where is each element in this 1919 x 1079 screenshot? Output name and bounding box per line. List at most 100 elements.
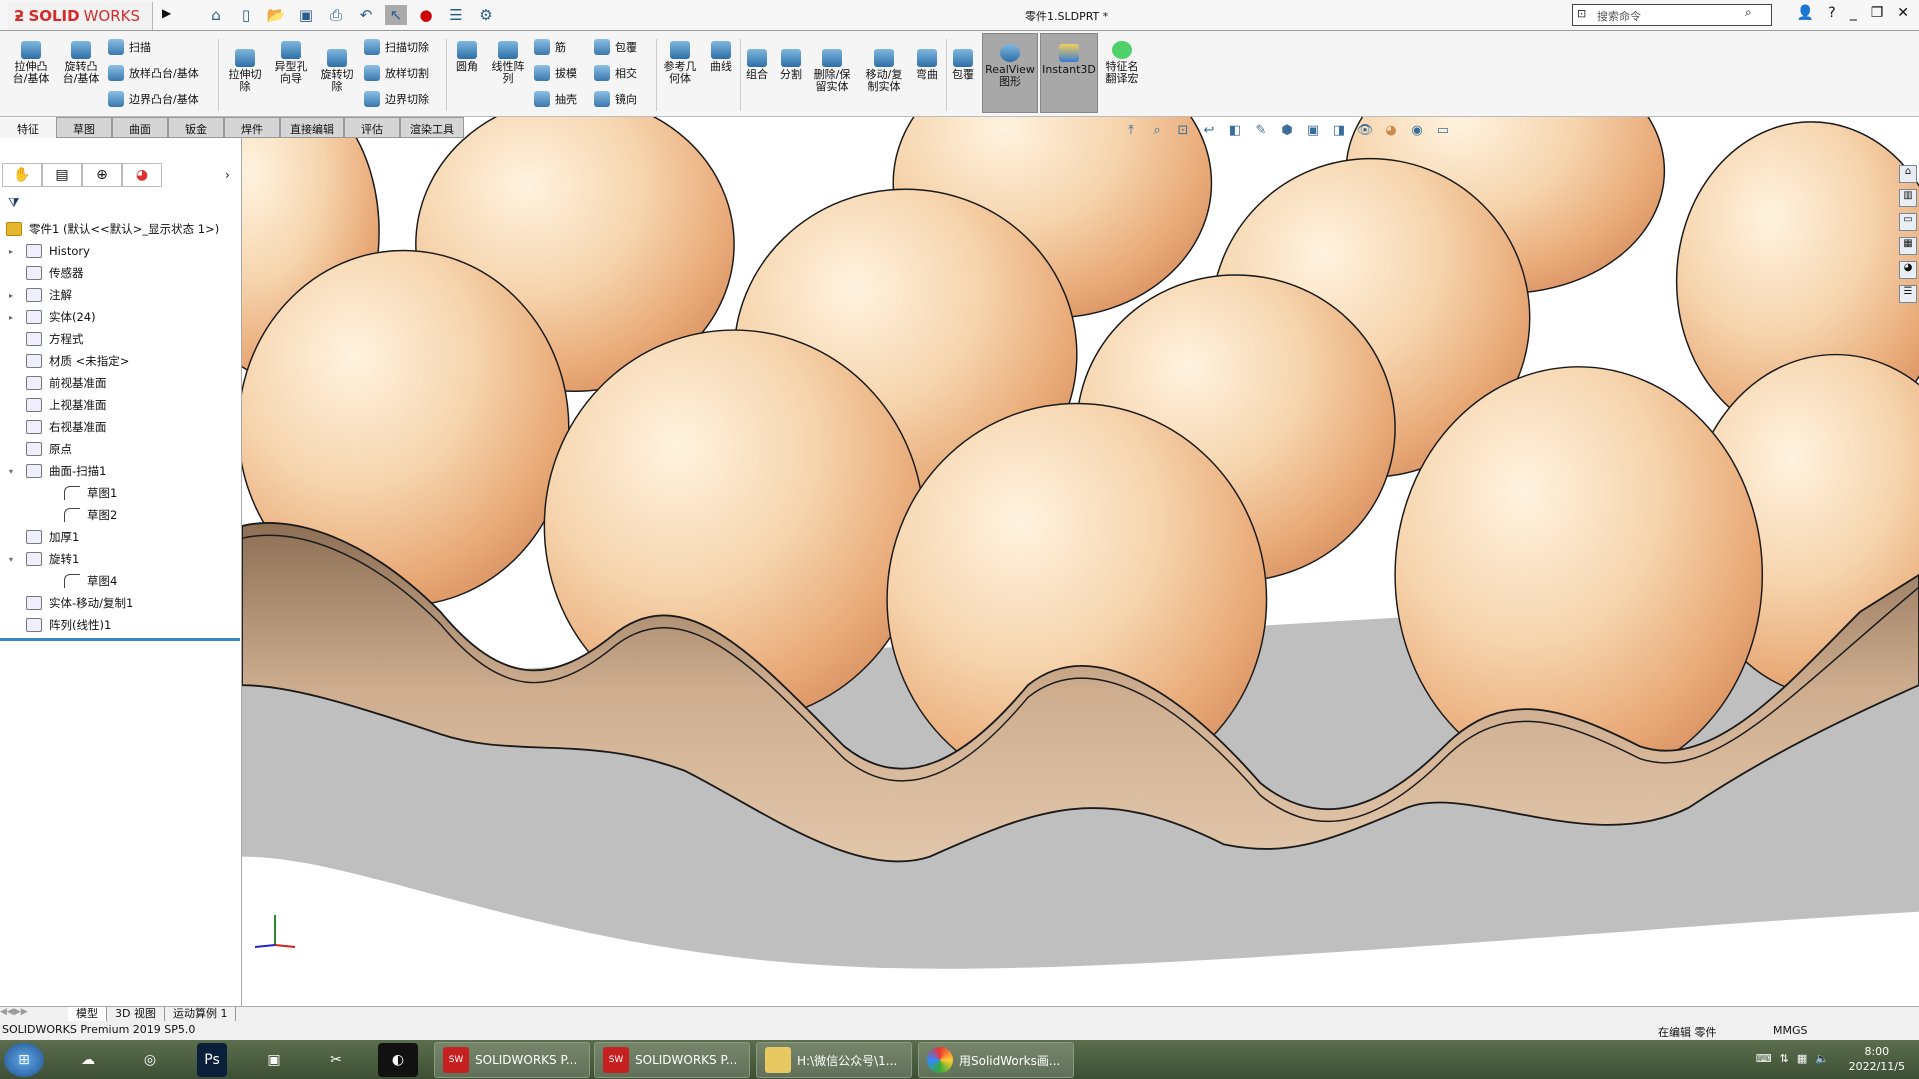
- expand-toggle-icon[interactable]: ▸: [4, 291, 18, 300]
- draft-button[interactable]: 拔模: [534, 65, 577, 81]
- zoom-to-fit-icon[interactable]: ⌕: [1148, 123, 1166, 141]
- tab-sketch[interactable]: 草图: [56, 117, 112, 138]
- tree-item[interactable]: 右视基准面: [0, 416, 240, 438]
- extrude-boss-button[interactable]: 拉伸凸 台/基体: [8, 41, 54, 85]
- open-icon[interactable]: 📂: [265, 5, 287, 25]
- search-command-input[interactable]: 搜索命令: [1572, 4, 1772, 26]
- realview-button[interactable]: RealView 图形: [982, 33, 1038, 113]
- taskbar-window-chrome[interactable]: 用SolidWorks画...: [918, 1042, 1074, 1078]
- zoom-to-area-icon[interactable]: ⊡: [1174, 123, 1192, 141]
- filter-icon[interactable]: ⧩: [8, 196, 20, 211]
- restore-icon[interactable]: ❐: [1871, 5, 1884, 21]
- recorder-icon[interactable]: ◐: [378, 1043, 418, 1077]
- taskbar-window-explorer[interactable]: H:\微信公众号\1...: [756, 1042, 912, 1078]
- tree-item[interactable]: 实体-移动/复制1: [0, 592, 240, 614]
- flex-button[interactable]: 弯曲: [912, 49, 942, 81]
- tree-item[interactable]: 上视基准面: [0, 394, 240, 416]
- edit-appearance-icon[interactable]: 👁: [1356, 123, 1374, 141]
- close-icon[interactable]: ✕: [1897, 5, 1909, 21]
- tab-model[interactable]: 模型: [68, 1007, 107, 1021]
- expand-toggle-icon[interactable]: ▾: [4, 467, 18, 476]
- unit-system[interactable]: MMGS: [1773, 1024, 1808, 1037]
- rollback-bar[interactable]: [0, 638, 240, 641]
- tab-features[interactable]: 特征: [0, 117, 56, 138]
- feature-manager-tab-icon[interactable]: ✋: [2, 163, 42, 187]
- appearance-tab-icon[interactable]: ◕: [122, 163, 162, 187]
- tab-direct-editing[interactable]: 直接编辑: [280, 117, 344, 138]
- save-icon[interactable]: ▣: [295, 5, 317, 25]
- boundary-cut-button[interactable]: 边界切除: [364, 91, 429, 107]
- extrude-cut-button[interactable]: 拉伸切 除: [222, 49, 268, 93]
- tab-sheet-metal[interactable]: 钣金: [168, 117, 224, 138]
- tray-app-icon[interactable]: ▦: [1797, 1052, 1807, 1065]
- file-properties-icon[interactable]: ☰: [445, 5, 467, 25]
- solidworks-resources-icon[interactable]: ⌂: [1899, 165, 1917, 183]
- wrap2-button[interactable]: 包覆: [948, 49, 978, 81]
- tree-item[interactable]: 草图4: [0, 570, 240, 592]
- graphics-area[interactable]: ⤒ ⌕ ⊡ ↩ ◧ ✎ ⬢ ▣ ◨ 👁 ◕ ◉ ▭ ⌂ ▥ ▭ ▦ ◕ ☰: [242, 117, 1919, 1006]
- dynamic-annotation-icon[interactable]: ✎: [1252, 123, 1270, 141]
- tree-item[interactable]: 前视基准面: [0, 372, 240, 394]
- move-copy-body-button[interactable]: 移动/复 制实体: [862, 49, 906, 93]
- start-button[interactable]: ⊞: [4, 1043, 44, 1077]
- loft-button[interactable]: 放样凸台/基体: [108, 65, 199, 81]
- tree-item[interactable]: ▾ 旋转1: [0, 548, 240, 570]
- clock[interactable]: 8:00 2022/11/5: [1849, 1044, 1905, 1074]
- tab-render-tools[interactable]: 渲染工具: [400, 117, 464, 138]
- previous-view-icon[interactable]: ↩: [1200, 123, 1218, 141]
- wrap-button[interactable]: 包覆: [594, 39, 637, 55]
- taskbar-window-solidworks-2[interactable]: SW SOLIDWORKS P...: [594, 1042, 750, 1078]
- volume-icon[interactable]: 🔈: [1815, 1052, 1829, 1065]
- undo-icon[interactable]: ↶: [355, 5, 377, 25]
- curves-button[interactable]: 曲线: [704, 41, 738, 73]
- apply-scene-icon[interactable]: ◕: [1382, 123, 1400, 141]
- tree-item[interactable]: 材质 <未指定>: [0, 350, 240, 372]
- tab-weldments[interactable]: 焊件: [224, 117, 280, 138]
- tab-surfaces[interactable]: 曲面: [112, 117, 168, 138]
- tree-item[interactable]: ▸ 注解: [0, 284, 240, 306]
- custom-properties-icon[interactable]: ☰: [1899, 285, 1917, 303]
- tab-motion-study[interactable]: 运动算例 1: [165, 1007, 237, 1021]
- tree-item[interactable]: ▸ 实体(24): [0, 306, 240, 328]
- design-library-icon[interactable]: ▥: [1899, 189, 1917, 207]
- display-icon[interactable]: ▭: [1434, 123, 1452, 141]
- hole-wizard-button[interactable]: 异型孔 向导: [268, 41, 314, 85]
- view-orientation-icon[interactable]: ⤒: [1122, 123, 1140, 141]
- shell-button[interactable]: 抽壳: [534, 91, 577, 107]
- fillet-button[interactable]: 圆角: [450, 41, 484, 73]
- expand-toggle-icon[interactable]: ▾: [4, 555, 18, 564]
- linear-pattern-button[interactable]: 线性阵 列: [488, 41, 528, 85]
- file-explorer-icon[interactable]: ▭: [1899, 213, 1917, 231]
- tab-evaluate[interactable]: 评估: [344, 117, 400, 138]
- display-style-icon[interactable]: ▣: [1304, 123, 1322, 141]
- screenshot-tool-icon[interactable]: ✂: [316, 1043, 356, 1077]
- solidworks-logo[interactable]: ƻ SOLID WORKS: [8, 2, 153, 30]
- configuration-manager-tab-icon[interactable]: ⊕: [82, 163, 122, 187]
- expand-toggle-icon[interactable]: ▸: [4, 247, 18, 256]
- view-settings-icon[interactable]: ◉: [1408, 123, 1426, 141]
- rib-button[interactable]: 筋: [534, 39, 566, 55]
- tree-item[interactable]: 加厚1: [0, 526, 240, 548]
- options-icon[interactable]: ⚙: [475, 5, 497, 25]
- user-icon[interactable]: 👤: [1797, 5, 1814, 21]
- split-button[interactable]: 分割: [776, 49, 806, 81]
- keyboard-icon[interactable]: ⌨: [1756, 1052, 1772, 1065]
- photoshop-icon[interactable]: Ps: [197, 1043, 227, 1077]
- reference-geometry-button[interactable]: 参考几 何体: [660, 41, 700, 85]
- hide-show-icon[interactable]: ◨: [1330, 123, 1348, 141]
- taskbar-window-solidworks-1[interactable]: SW SOLIDWORKS P...: [434, 1042, 590, 1078]
- tree-item[interactable]: 草图1: [0, 482, 240, 504]
- new-icon[interactable]: ▯: [235, 5, 257, 25]
- boundary-boss-button[interactable]: 边界凸台/基体: [108, 91, 199, 107]
- system-tray[interactable]: ⌨ ⇅ ▦ 🔈: [1756, 1052, 1829, 1065]
- section-view-icon[interactable]: ◧: [1226, 123, 1244, 141]
- view-palette-icon[interactable]: ▦: [1899, 237, 1917, 255]
- search-icon[interactable]: ⌕: [1745, 5, 1752, 20]
- revolve-boss-button[interactable]: 旋转凸 台/基体: [58, 41, 104, 85]
- view-cube-icon[interactable]: ⬢: [1278, 123, 1296, 141]
- tree-item[interactable]: 传感器: [0, 262, 240, 284]
- home-icon[interactable]: ⌂: [205, 5, 227, 25]
- expand-menu-icon[interactable]: ▶: [162, 6, 171, 20]
- sweep-button[interactable]: 扫描: [108, 39, 151, 55]
- tree-item[interactable]: 草图2: [0, 504, 240, 526]
